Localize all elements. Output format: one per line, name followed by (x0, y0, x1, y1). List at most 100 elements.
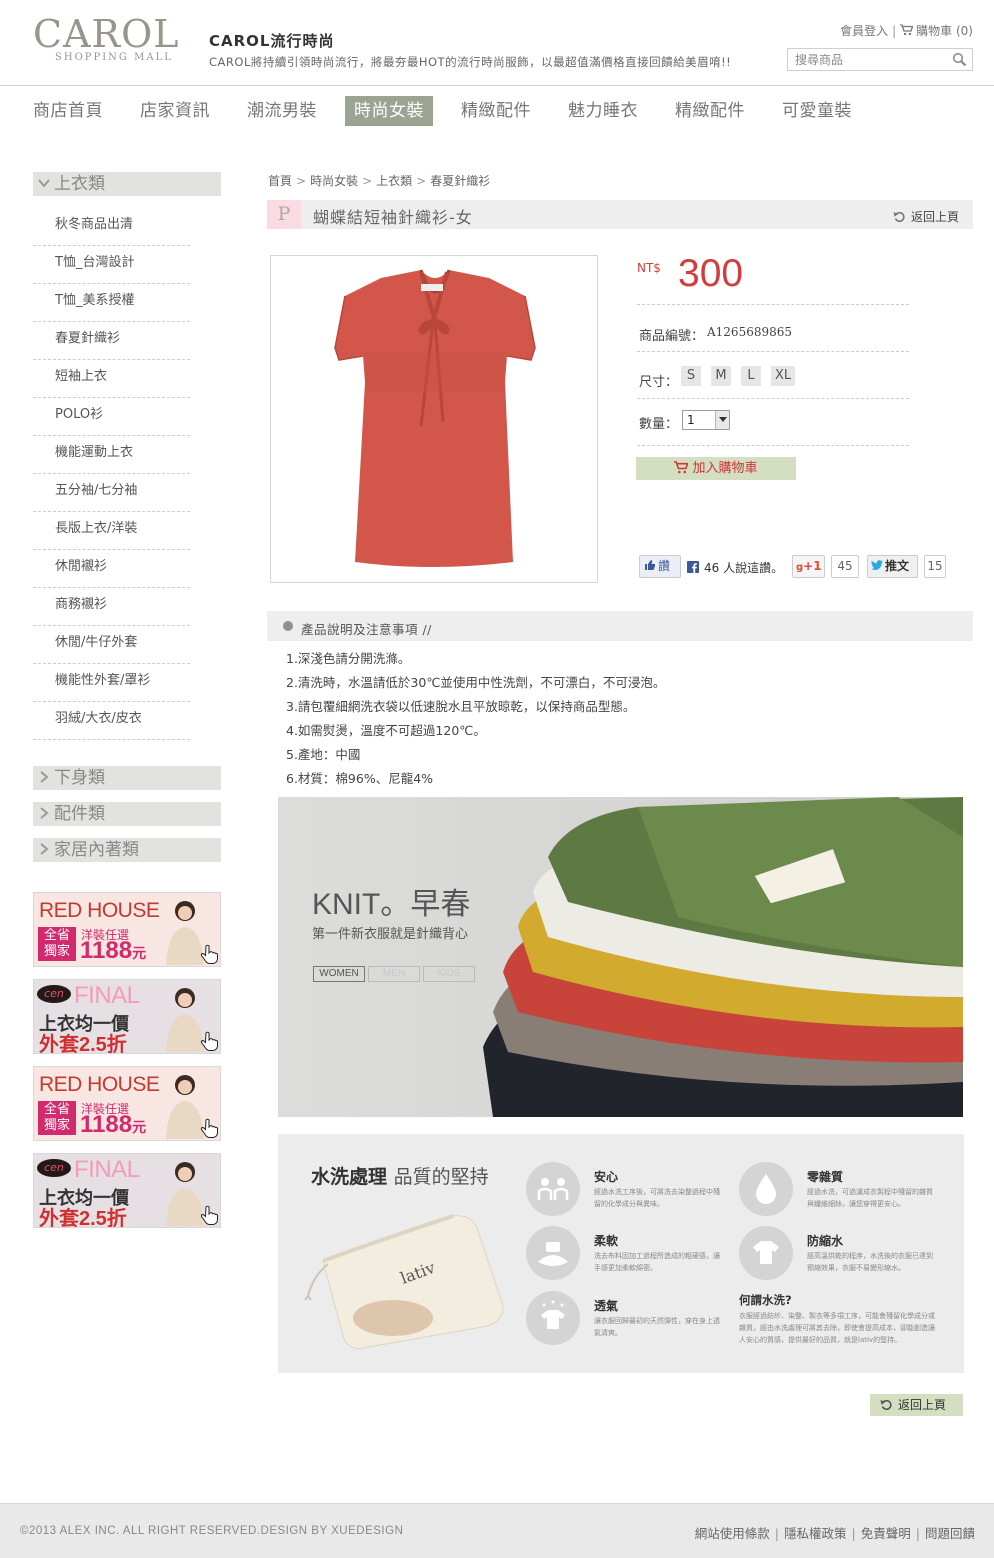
sidebar-subcategory-item[interactable]: T恤_台灣設計 (33, 246, 190, 284)
sidebar-subcategory-item[interactable]: 商務襯衫 (33, 588, 190, 626)
back-arrow-icon (880, 1399, 892, 1411)
category-header-label: 上衣類 (54, 174, 105, 194)
feature-title: 何謂水洗? (739, 1293, 792, 1307)
google-plus-button[interactable]: g+1 (792, 555, 825, 578)
knit-promo-banner[interactable]: KNIT。早春 第一件新衣服就是針織背心 WOMEN MEN KIDS (278, 797, 963, 1117)
banner-line2: 外套2.5折 (39, 1028, 127, 1054)
search-input[interactable] (788, 49, 938, 71)
facebook-count-text: 46 人說這讚。 (704, 561, 784, 575)
nav-item[interactable]: 時尚女裝 (345, 96, 433, 126)
promo-banner[interactable]: 全省獨家 RED HOUSE 洋裝任選 1188元 (33, 1066, 221, 1141)
bullet-dot-icon (283, 621, 293, 631)
sidebar-subcategory-item[interactable]: 秋冬商品出清 (33, 208, 190, 246)
hand-cursor-icon (200, 1205, 218, 1225)
nav-item[interactable]: 商店首頁 (24, 96, 112, 126)
breadcrumb-item[interactable]: 時尚女裝 (310, 174, 358, 188)
copyright: ©2013 ALEX INC. ALL RIGHT RESERVED.DESIG… (20, 1525, 404, 1537)
size-option[interactable]: L (741, 366, 761, 386)
brand-logo: cen (37, 985, 71, 1003)
people-icon (537, 1178, 569, 1200)
sidebar-subcategory-item[interactable]: 休閒襯衫 (33, 550, 190, 588)
product-info: NT$ 300 商品編號： A1265689865 尺寸： S M L XL 數量： … (637, 250, 909, 446)
size-option[interactable]: M (711, 366, 731, 386)
product-image[interactable] (270, 255, 598, 583)
sku-label: 商品編號： (639, 329, 705, 344)
size-row: 尺寸： S M L XL (637, 352, 909, 399)
description-item: 3.請包覆細網洗衣袋以低速脫水且平放晾乾，以保持商品型態。 (286, 699, 636, 714)
breadcrumb-separator: > (362, 174, 373, 188)
member-login-link[interactable]: 會員登入 (840, 24, 888, 38)
nav-item[interactable]: 潮流男裝 (238, 96, 326, 126)
breadcrumb-item: 春夏針織衫 (430, 174, 491, 188)
sidebar-subcategory-item[interactable]: 春夏針織衫 (33, 322, 190, 360)
banner-line2: 1188元 (80, 1111, 146, 1139)
feature-icon-circle (739, 1162, 793, 1216)
knit-tab[interactable]: KIDS (423, 966, 475, 982)
quantity-select[interactable]: 1 (682, 410, 730, 430)
cart-link[interactable]: 購物車 (0) (900, 24, 973, 38)
hand-cursor-icon (200, 1031, 218, 1051)
price-row: NT$ 300 (637, 250, 909, 305)
banner-unit: 元 (132, 1119, 147, 1135)
google-plus-count: 45 (831, 555, 859, 578)
banner-title: FINAL (74, 982, 140, 1009)
add-to-cart-button[interactable]: 加入購物車 (636, 457, 796, 480)
sidebar-subcategory-item[interactable]: T恤_美系授權 (33, 284, 190, 322)
promo-banner[interactable]: 全省獨家 RED HOUSE 洋裝任選 1188元 (33, 892, 221, 967)
knit-banner-title: KNIT。早春 (312, 888, 471, 921)
banner-price: 外套2.5折 (39, 1208, 127, 1228)
breadcrumb-item[interactable]: 上衣類 (376, 174, 412, 188)
sidebar-subcategory-item[interactable]: 五分袖/七分袖 (33, 474, 190, 512)
facebook-icon (687, 561, 699, 573)
search-box (787, 48, 973, 71)
category-header[interactable]: 配件類 (33, 802, 221, 826)
category-header[interactable]: 下身類 (33, 766, 221, 790)
nav-item[interactable]: 可愛童裝 (773, 96, 861, 126)
product-title-bar: P 蝴蝶結短袖針織衫-女 返回上頁 (267, 200, 973, 229)
nav-item[interactable]: 精緻配件 (666, 96, 754, 126)
footer-link[interactable]: 網站使用條款 (695, 1526, 770, 1541)
footer-links: 網站使用條款 | 隱私權政策 | 免責聲明 | 問題回饋 (695, 1523, 975, 1542)
air-shirt-icon (541, 1300, 565, 1329)
breadcrumb-item[interactable]: 首頁 (268, 174, 292, 188)
nav-item[interactable]: 精緻配件 (452, 96, 540, 126)
knit-tab[interactable]: WOMEN (313, 966, 365, 982)
search-icon[interactable] (952, 52, 967, 67)
dropdown-arrow (715, 411, 729, 429)
size-option[interactable]: S (681, 366, 701, 386)
sidebar-subcategory-item[interactable]: 休閒/牛仔外套 (33, 626, 190, 664)
sidebar-subcategory-item[interactable]: POLO衫 (33, 398, 190, 436)
category-header-tops[interactable]: 上衣類 (33, 172, 221, 196)
dress-illustration (334, 269, 536, 567)
banner-line2: 1188元 (80, 937, 146, 965)
footer-link[interactable]: 隱私權政策 (784, 1526, 847, 1541)
back-button-bottom[interactable]: 返回上頁 (870, 1394, 963, 1416)
sidebar-subcategory-item[interactable]: 短袖上衣 (33, 360, 190, 398)
description-item: 1.深淺色請分開洗滌。 (286, 651, 411, 666)
knit-tab[interactable]: MEN (368, 966, 420, 982)
footer-link[interactable]: 免責聲明 (861, 1526, 911, 1541)
quantity-label: 數量： (639, 417, 679, 432)
nav-item[interactable]: 魅力睡衣 (559, 96, 647, 126)
sidebar-subcategory-item[interactable]: 長版上衣/洋裝 (33, 512, 190, 550)
feature-title: 透氣 (594, 1299, 619, 1313)
size-option[interactable]: XL (771, 366, 796, 386)
sidebar-subcategory-item[interactable]: 羽絨/大衣/皮衣 (33, 702, 190, 740)
category-header[interactable]: 家居內著類 (33, 838, 221, 862)
promo-banner[interactable]: cen FINAL 上衣均一價 外套2.5折 (33, 979, 221, 1054)
sidebar-subcategory-item[interactable]: 機能性外套/罩衫 (33, 664, 190, 702)
promo-banner[interactable]: cen FINAL 上衣均一價 外套2.5折 (33, 1153, 221, 1228)
main-nav: 商店首頁 店家資訊 潮流男裝 時尚女裝 精緻配件 魅力睡衣 精緻配件 可愛童裝 (0, 87, 994, 137)
nav-item[interactable]: 店家資訊 (131, 96, 219, 126)
feature-desc: 經過水洗，可過濾成衣製程中殘留的雜質與纖維細絲，讓您穿得更安心。 (807, 1188, 933, 1208)
footer-link[interactable]: 問題回饋 (925, 1526, 975, 1541)
banner-price: 外套2.5折 (39, 1034, 127, 1054)
back-link-top[interactable]: 返回上頁 (893, 208, 959, 225)
logo-wordmark: CAROL (33, 12, 180, 56)
site-logo[interactable]: CAROL SHOPPING MALL (33, 14, 180, 63)
description-item: 6.材質：棉96%、尼龍4% (286, 771, 434, 786)
sidebar-subcategory-item[interactable]: 機能運動上衣 (33, 436, 190, 474)
facebook-like-button[interactable]: 讚 (639, 555, 681, 578)
tweet-button[interactable]: 推文 (867, 555, 918, 578)
feature-title: 柔軟 (594, 1234, 619, 1248)
